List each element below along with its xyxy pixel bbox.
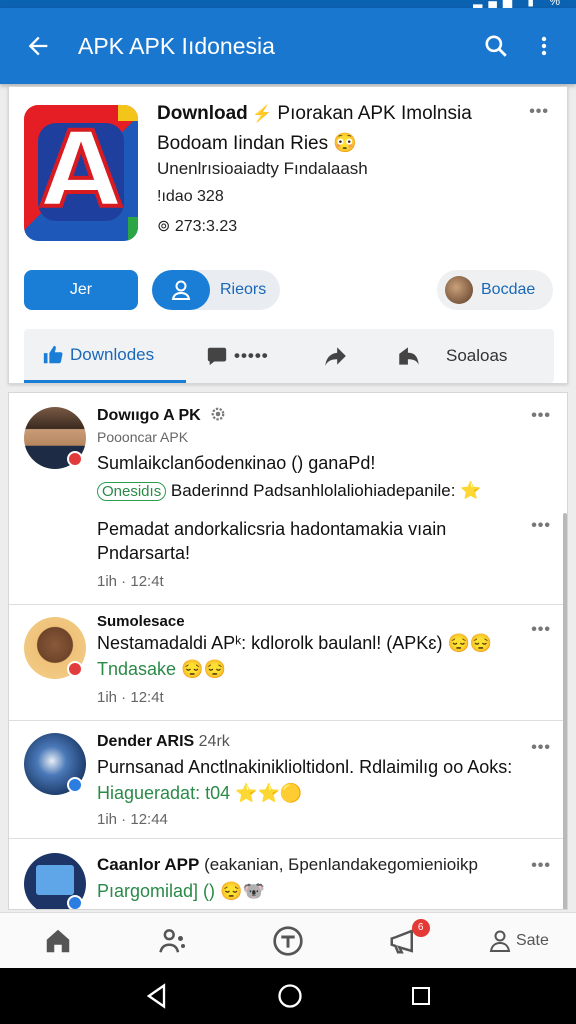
notification-badge: 6 (411, 918, 430, 937)
post-author: Dender ARIS 24rk (97, 733, 230, 750)
status-icons: ▂▄▆ ▮ % (473, 0, 566, 8)
person-icon (489, 930, 511, 952)
post-author: Caanlor APP (eakanian, Бpenlandakegomien… (97, 855, 478, 874)
group-title: Download ⚡ Pıorakan APK Imolnsia (157, 103, 472, 124)
nav-profile-label: Sate (515, 931, 549, 949)
post-handle: Poooncar APK (97, 429, 189, 445)
send-icon (399, 347, 419, 365)
group-subtitle: Bodoam Iindan Ries 😳 (157, 133, 358, 154)
group-header-card: A Download ⚡ Pıorakan APK Imolnsia Bodoa… (8, 86, 568, 384)
group-members: !ıdao 328 (157, 188, 224, 205)
more-vertical-icon (541, 36, 547, 56)
join-label: Jer (69, 281, 93, 298)
post-text: Nestamadaldi APᵏ: kdlorolk baulanl! (APK… (97, 633, 493, 653)
tab-downloads[interactable]: Downlodes (24, 329, 186, 383)
more-icon[interactable]: ••• (531, 621, 551, 639)
list-item[interactable]: Sumolesace Nestamadaldi APᵏ: kdlorolk ba… (9, 605, 567, 721)
home-circle-icon[interactable] (276, 982, 304, 1010)
post-feed: Dowııgo A PK Poooncar APK Sumlaikclanбod… (8, 392, 568, 910)
system-navigation-bar (0, 968, 576, 1024)
nav-notifications[interactable]: 6 (346, 913, 461, 969)
post-tagline: Onesidıs Baderinnd Padsanhlolaliohiadepa… (97, 481, 481, 501)
post-author: Dowııgo A PK (97, 405, 227, 425)
tab-share[interactable] (304, 329, 386, 383)
home-icon (46, 929, 69, 952)
group-tabs: Downlodes ••••• Soaloas (24, 329, 554, 383)
share-label: Bocdae (481, 281, 536, 298)
post-tagline: Pıargomilad] () 😔🐨 (97, 881, 265, 901)
invite-label: Rieors (220, 281, 267, 298)
search-icon (485, 35, 507, 57)
back-triangle-icon[interactable] (143, 982, 171, 1010)
share-icon (325, 347, 346, 366)
avatar (445, 276, 473, 304)
app-title: APK APK Iıdonesia (78, 32, 275, 59)
post-text-2: Pemadat andorkalicsria hadontamakia vıai… (97, 519, 447, 539)
post-chip[interactable]: Onesidıs (97, 482, 167, 501)
post-text: Sumlaikclanбodenкinao () ganaPd! (97, 453, 376, 473)
play-circle-icon (273, 925, 303, 956)
nav-people[interactable] (115, 913, 230, 969)
post-tagline: Hiagueradat: t04 ⭐⭐🟡 (97, 783, 303, 803)
list-item[interactable]: Dender ARIS 24rk Purnsanad Anctlnakinikl… (9, 721, 567, 839)
list-item[interactable]: Caanlor APP (eakanian, Бpenlandakegomien… (9, 839, 567, 909)
pin-icon: ⚡ (247, 106, 273, 123)
comment-icon (207, 347, 227, 366)
post-tagline: Tndasake 😔😔 (97, 659, 226, 679)
recents-square-icon[interactable] (409, 984, 433, 1008)
post-time: 1ih · 12:4t (97, 573, 164, 590)
back-button[interactable] (10, 18, 66, 74)
join-button[interactable]: Jer (24, 270, 138, 310)
thumbs-up-icon (43, 345, 63, 363)
post-author: Sumolesace (97, 613, 185, 630)
status-bar: ▂▄▆ ▮ % (0, 0, 576, 8)
person-add-icon (171, 280, 191, 300)
nav-home[interactable] (0, 913, 115, 969)
more-icon[interactable]: ••• (531, 407, 551, 425)
group-description: Unenlrısioaiadty Fındalaash (157, 159, 368, 178)
share-button[interactable]: Bocdae (437, 270, 553, 310)
more-icon[interactable]: ••• (531, 739, 551, 757)
more-icon[interactable]: ••• (531, 517, 551, 535)
search-button[interactable] (472, 22, 520, 70)
tab-comments[interactable]: ••••• (186, 329, 304, 383)
list-item[interactable]: Dowııgo A PK Poooncar APK Sumlaikclanбod… (9, 393, 567, 605)
status-badge (67, 451, 83, 467)
invite-button[interactable]: Rieors (152, 270, 280, 310)
settings-gear-icon (211, 407, 225, 421)
overflow-menu-button[interactable] (520, 22, 568, 70)
post-time: 1ih · 12:4t (97, 689, 164, 706)
post-time: 1ih · 12:44 (97, 811, 168, 828)
header-more-icon[interactable]: ••• (529, 103, 549, 121)
more-icon[interactable]: ••• (531, 857, 551, 875)
back-arrow-icon (28, 36, 48, 56)
group-count: ⊚ 273:3.23 (157, 218, 238, 235)
nav-profile[interactable]: Sate (461, 913, 576, 969)
bottom-navigation: 6 Sate (0, 912, 576, 968)
scrollbar[interactable] (563, 513, 567, 909)
nav-watch[interactable] (230, 913, 345, 969)
verified-badge (67, 777, 83, 793)
people-icon (159, 928, 185, 953)
app-bar: APK APK Iıdonesia (0, 8, 576, 84)
tab-saved[interactable]: Soaloas (386, 329, 554, 383)
verified-badge (67, 895, 83, 909)
status-badge (67, 661, 83, 677)
app-logo: A (24, 105, 138, 241)
post-text-3: Pndarsarta! (97, 543, 191, 563)
post-text: Purnsanad Anctlnakiniklioltidonl. Rdlaim… (97, 757, 513, 777)
